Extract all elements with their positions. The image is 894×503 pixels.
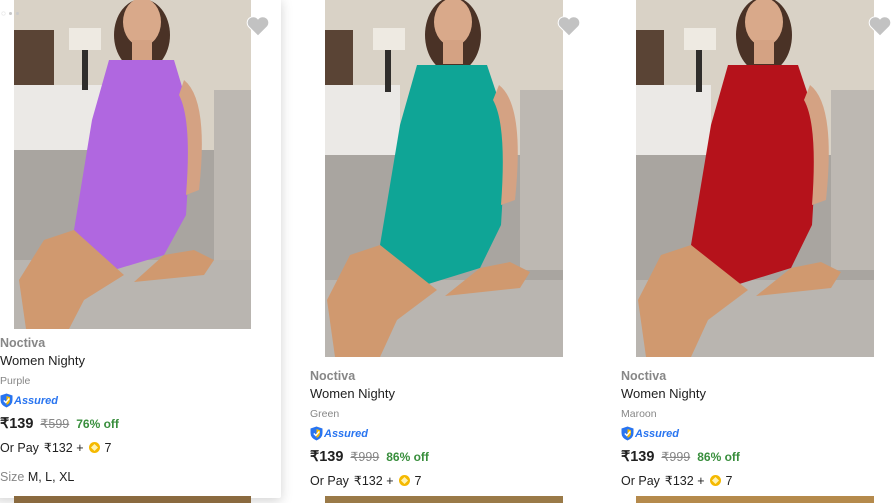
shield-icon	[0, 393, 13, 408]
original-price: ₹999	[661, 450, 691, 464]
assured-badge: Assured	[0, 393, 58, 408]
image-carousel-dots[interactable]	[2, 12, 19, 15]
original-price: ₹999	[350, 450, 380, 464]
product-photo	[14, 0, 251, 329]
shield-icon	[310, 426, 323, 441]
next-row-image[interactable]	[636, 496, 874, 503]
discount-badge: 86% off	[697, 450, 740, 464]
discount-badge: 76% off	[76, 417, 119, 431]
product-color: Purple	[0, 375, 31, 387]
supercoin-pay-row: Or Pay ₹132 + 7	[0, 440, 112, 456]
supercoin-icon	[709, 475, 721, 486]
carousel-dot[interactable]	[16, 12, 19, 15]
product-title[interactable]: Women Nighty	[0, 353, 85, 368]
heart-icon[interactable]	[557, 15, 581, 37]
price-row: ₹139 ₹599 76% off	[0, 416, 119, 432]
product-photo	[325, 0, 563, 357]
assured-badge: Assured	[621, 426, 679, 441]
price-row: ₹139 ₹999 86% off	[310, 449, 429, 465]
price-row: ₹139 ₹999 86% off	[621, 449, 740, 465]
assured-badge: Assured	[310, 426, 368, 441]
selling-price: ₹139	[621, 449, 655, 465]
carousel-dot[interactable]	[9, 12, 12, 15]
product-photo	[636, 0, 874, 357]
original-price: ₹599	[40, 417, 70, 431]
product-image[interactable]	[636, 0, 874, 357]
coin-count: 7	[725, 473, 733, 488]
supercoin-icon	[398, 475, 410, 486]
product-image[interactable]	[325, 0, 563, 357]
product-brand: Noctiva	[621, 369, 667, 383]
supercoin-icon	[88, 442, 100, 453]
heart-icon[interactable]	[246, 15, 270, 37]
product-color: Maroon	[621, 408, 657, 420]
coin-count: 7	[104, 440, 112, 455]
discount-badge: 86% off	[386, 450, 429, 464]
shield-icon	[621, 426, 634, 441]
selling-price: ₹139	[0, 416, 34, 432]
size-options: Size M, L, XL	[0, 470, 75, 484]
product-image[interactable]	[14, 0, 251, 329]
heart-icon[interactable]	[868, 15, 892, 37]
product-title[interactable]: Women Nighty	[621, 386, 706, 401]
supercoin-pay-row: Or Pay ₹132 + 7	[621, 473, 733, 489]
product-color: Green	[310, 408, 340, 420]
selling-price: ₹139	[310, 449, 344, 465]
coin-count: 7	[414, 473, 422, 488]
supercoin-pay-row: Or Pay ₹132 + 7	[310, 473, 422, 489]
next-row-image[interactable]	[14, 496, 251, 503]
next-row-image[interactable]	[325, 496, 563, 503]
product-title[interactable]: Women Nighty	[310, 386, 395, 401]
carousel-dot[interactable]	[2, 12, 5, 15]
product-brand: Noctiva	[0, 336, 46, 350]
product-brand: Noctiva	[310, 369, 356, 383]
